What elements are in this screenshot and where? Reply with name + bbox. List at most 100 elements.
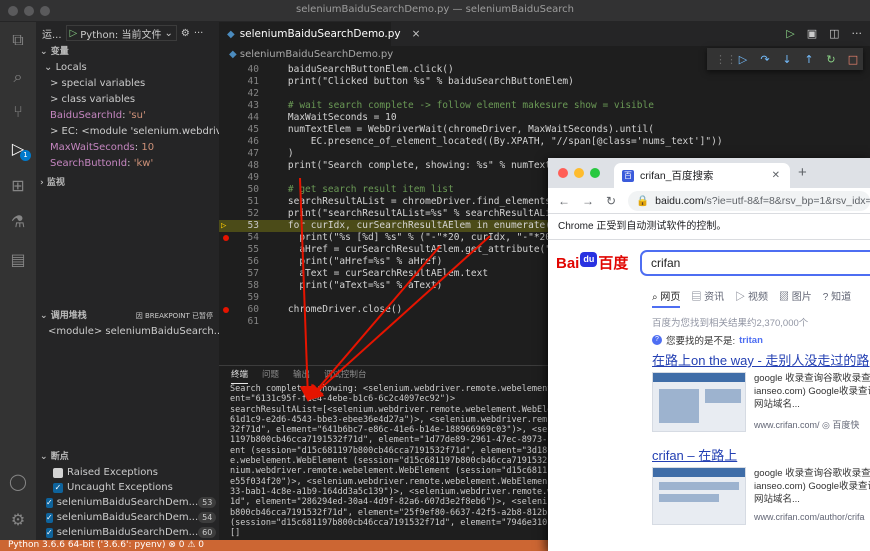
baidu-favicon-icon: 百 <box>622 169 634 182</box>
panel-tab[interactable]: 输出 <box>293 366 310 384</box>
code-line[interactable]: 46 EC.presence_of_element_located((By.XP… <box>219 136 870 148</box>
debug-settings-gear-icon[interactable]: ⚙ <box>181 28 190 39</box>
variable-row[interactable]: > class variables <box>36 92 219 108</box>
code-line[interactable]: 43 # wait search complete -> follow elem… <box>219 100 870 112</box>
address-bar[interactable]: 🔒 baidu.com/s?ie=utf-8&f=8&rsv_bp=1&rsv_… <box>628 190 870 211</box>
continue-icon[interactable]: ▷ <box>737 53 749 66</box>
suggest-link[interactable]: tritan <box>739 335 763 346</box>
more-icon[interactable]: ··· <box>194 28 204 39</box>
breadcrumb-file[interactable]: seleniumBaiduSearchDemo.py <box>240 49 393 60</box>
code-text: ) <box>265 148 294 159</box>
accounts-icon[interactable]: ◯ <box>8 472 28 492</box>
search-tab[interactable]: ⌕ 网页 <box>652 288 681 308</box>
step-over-icon[interactable]: ↷ <box>759 53 771 66</box>
panel-tab[interactable]: 问题 <box>262 366 279 384</box>
result-url-1[interactable]: www.crifan.com/ ◎ 百度快 <box>754 418 859 431</box>
explorer-icon[interactable]: ⧉ <box>8 30 28 50</box>
breakpoint-item[interactable]: ✓ seleniumBaiduSearchDem... 54 <box>36 510 219 525</box>
breakpoint-checkbox[interactable] <box>53 467 63 478</box>
search-tab[interactable]: ▤ 资讯 <box>691 288 724 308</box>
breakpoint-label: seleniumBaiduSearchDem... <box>56 497 199 508</box>
code-line[interactable]: 45 numTextElem = WebDriverWait(chromeDri… <box>219 124 870 136</box>
debug-config-select[interactable]: ▷ Python: 当前文件 ⌄ <box>65 25 177 41</box>
breakpoints-section-header[interactable]: ⌄ 断点 <box>36 449 219 465</box>
callstack-frame[interactable]: <module> seleniumBaiduSearch... <box>36 324 219 340</box>
forward-icon[interactable]: → <box>582 194 594 208</box>
result-title-1[interactable]: 在路上on the way - 走别人没走过的路,让 <box>652 350 870 369</box>
result-thumbnail-2[interactable] <box>652 467 746 525</box>
panel-tab[interactable]: 调试控制台 <box>324 366 367 384</box>
search-tab[interactable]: ▨ 图片 <box>779 288 812 308</box>
editor-tab-active[interactable]: ◆ seleniumBaiduSearchDemo.py × <box>219 22 420 46</box>
variable-row[interactable]: > special variables <box>36 76 219 92</box>
search-tab[interactable]: ? 知道 <box>823 288 851 308</box>
baidu-logo[interactable]: Bai du 百度 <box>556 252 628 273</box>
breakpoint-item[interactable]: ✓ seleniumBaiduSearchDem... 60 <box>36 525 219 540</box>
code-line[interactable]: 41 print("Clicked button %s" % baiduSear… <box>219 76 870 88</box>
chrome-maximize-button[interactable] <box>590 168 600 178</box>
run-label: 运... <box>42 29 62 41</box>
breakpoint-checkbox[interactable]: ✓ <box>46 527 53 538</box>
breakpoint-item[interactable]: Raised Exceptions <box>36 465 219 480</box>
breakpoint-checkbox[interactable]: ✓ <box>46 512 53 523</box>
remote-explorer-icon[interactable]: ▤ <box>8 250 28 270</box>
search-input[interactable]: crifan <box>640 250 870 276</box>
breakpoint-checkbox[interactable]: ✓ <box>53 482 63 493</box>
run-file-icon[interactable]: ▷ <box>786 27 794 40</box>
chrome-minimize-button[interactable] <box>574 168 584 178</box>
restart-icon[interactable]: ↻ <box>825 53 837 66</box>
chrome-tab-close-icon[interactable]: ✕ <box>772 170 780 181</box>
back-icon[interactable]: ← <box>558 194 570 208</box>
breakpoint-line-badge: 53 <box>198 497 217 508</box>
more-actions-icon[interactable]: ··· <box>852 27 863 40</box>
search-tab[interactable]: ▷ 视频 <box>735 288 768 308</box>
debug-floating-toolbar: ⋮⋮ ▷ ↷ ↓ ↑ ↻ □ <box>707 48 863 70</box>
split-editor-icon[interactable]: ◫ <box>829 27 839 40</box>
search-tab-label: 资讯 <box>704 292 725 303</box>
watch-section-header[interactable]: › 监视 <box>36 175 219 191</box>
new-tab-icon[interactable]: + <box>798 164 807 181</box>
testing-icon[interactable]: ⚗ <box>8 212 28 232</box>
source-control-icon[interactable]: ⑂ <box>8 102 28 122</box>
line-number: 42 <box>247 88 259 99</box>
lock-icon: 🔒 <box>636 195 650 207</box>
step-into-icon[interactable]: ↓ <box>781 53 793 66</box>
breakpoint-checkbox[interactable]: ✓ <box>46 497 53 508</box>
step-out-icon[interactable]: ↑ <box>803 53 815 66</box>
result-thumbnail-1[interactable] <box>652 372 746 432</box>
line-number: 43 <box>247 100 259 111</box>
breakpoint-label: Raised Exceptions <box>67 467 158 478</box>
reload-icon[interactable]: ↻ <box>606 194 616 208</box>
search-tab-icon: ▷ <box>735 292 748 303</box>
panel-tab[interactable]: 终端 <box>231 366 249 384</box>
locals-scope[interactable]: ⌄ Locals <box>36 60 219 76</box>
breakpoint-item[interactable]: ✓ seleniumBaiduSearchDem... 53 <box>36 495 219 510</box>
drag-handle-icon[interactable]: ⋮⋮ <box>715 53 737 66</box>
stop-icon[interactable]: □ <box>847 53 859 66</box>
start-debug-icon[interactable]: ▷ <box>70 28 78 39</box>
variable-group: > class variables <box>50 94 136 105</box>
search-icon[interactable]: ⌕ <box>8 67 28 87</box>
run-debug-icon[interactable]: ▷ 1 <box>8 139 31 161</box>
chrome-close-button[interactable] <box>558 168 568 178</box>
result-url-2[interactable]: www.crifan.com/author/crifa <box>754 512 865 522</box>
code-text: # wait search complete -> follow element… <box>265 100 654 111</box>
variable-row[interactable]: SearchButtonId: 'kw' <box>36 156 219 172</box>
chrome-tab[interactable]: 百 crifan_百度搜索 ✕ <box>614 163 790 188</box>
code-text: chromeDriver.close() <box>265 304 403 315</box>
callstack-section-header[interactable]: ⌄ 调用堆栈 因 BREAKPOINT 已暂停 <box>36 308 219 324</box>
settings-gear-icon[interactable]: ⚙ <box>8 510 28 530</box>
result-title-2[interactable]: crifan – 在路上 <box>652 445 737 464</box>
open-changes-icon[interactable]: ▣ <box>807 27 817 40</box>
variable-list: > special variables > class variables Baid… <box>36 76 219 172</box>
variables-section-header[interactable]: ⌄ 变量 <box>36 44 219 60</box>
variable-row[interactable]: BaiduSearchId: 'su' <box>36 108 219 124</box>
variable-row[interactable]: MaxWaitSeconds: 10 <box>36 140 219 156</box>
variable-row[interactable]: > EC: <module 'selenium.webdriver... <box>36 124 219 140</box>
close-tab-icon[interactable]: × <box>412 28 421 40</box>
code-line[interactable]: 42 <box>219 88 870 100</box>
line-number: 48 <box>247 160 259 171</box>
code-line[interactable]: 44 MaxWaitSeconds = 10 <box>219 112 870 124</box>
breakpoint-item[interactable]: ✓ Uncaught Exceptions <box>36 480 219 495</box>
extensions-icon[interactable]: ⊞ <box>8 176 28 196</box>
